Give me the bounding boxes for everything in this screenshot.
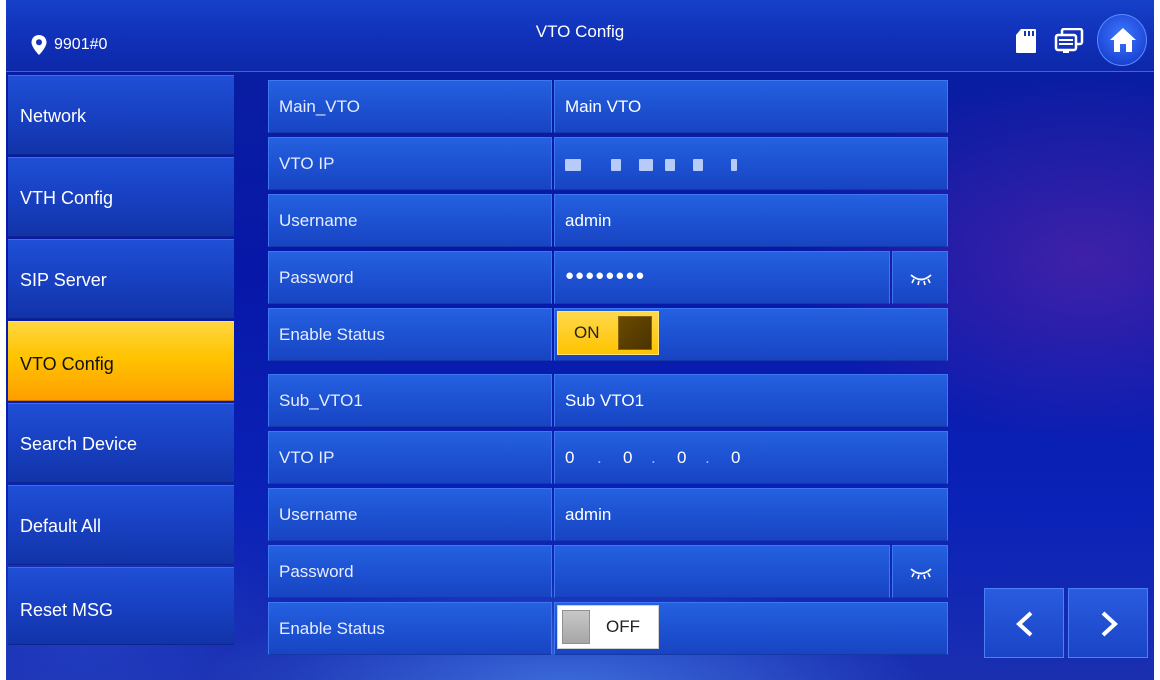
page-navigation (984, 588, 1148, 658)
ip-octet[interactable]: 0 (623, 448, 632, 468)
sidebar-item-search-device[interactable]: Search Device (8, 403, 234, 483)
next-page-button[interactable] (1068, 588, 1148, 658)
field-label: Enable Status (268, 602, 552, 655)
sub-vto1-username-row: Username admin (268, 488, 948, 543)
field-label: Enable Status (268, 308, 552, 361)
sidebar-item-label: VTO Config (20, 354, 114, 374)
ip-octet[interactable]: 0 (677, 448, 686, 468)
sub-vto1-username-field[interactable]: admin (554, 488, 948, 541)
toggle-knob (618, 316, 652, 350)
main-vto-name-field[interactable]: Main VTO (554, 80, 948, 133)
home-icon (1110, 28, 1136, 52)
sidebar: Network VTH Config SIP Server VTO Config… (8, 75, 234, 647)
sidebar-item-sip-server[interactable]: SIP Server (8, 239, 234, 319)
field-label: Sub_VTO1 (268, 374, 552, 427)
main-vto-password-field[interactable]: ●●●●●●●● (554, 251, 890, 304)
sub-vto1-ip-field[interactable]: 0 . 0 . 0 . 0 (554, 431, 948, 484)
sidebar-item-default-all[interactable]: Default All (8, 485, 234, 565)
sub-vto1-ip-row: VTO IP 0 . 0 . 0 . 0 (268, 431, 948, 486)
ip-separator: . (705, 448, 710, 467)
sub-vto1-password-row: Password (268, 545, 948, 600)
ip-separator: . (597, 448, 602, 467)
sub-vto1-enable-cell: OFF (554, 602, 948, 655)
sub-vto1-name-field[interactable]: Sub VTO1 (554, 374, 948, 427)
sub-vto1-enable-row: Enable Status OFF (268, 602, 948, 657)
main-vto-enable-cell: ON (554, 308, 948, 361)
ip-octet[interactable]: 0 (731, 448, 740, 468)
main-vto-password-row: Password ●●●●●●●● (268, 251, 948, 306)
toggle-state-label: ON (574, 323, 600, 342)
field-label: Username (268, 488, 552, 541)
sidebar-item-vth-config[interactable]: VTH Config (8, 157, 234, 237)
main-vto-enable-toggle[interactable]: ON (557, 311, 659, 355)
screen: 9901#0 VTO Config Network VTH Config SIP… (6, 0, 1154, 680)
eye-closed-icon (910, 568, 932, 580)
header-bar: 9901#0 VTO Config (6, 0, 1154, 72)
main-vto-enable-row: Enable Status ON (268, 308, 948, 363)
chevron-left-icon (1016, 611, 1033, 637)
devices-icon[interactable] (1054, 28, 1084, 54)
field-label: Main_VTO (268, 80, 552, 133)
sidebar-item-label: Network (20, 106, 87, 126)
page-title: VTO Config (535, 22, 625, 41)
field-label: Password (268, 251, 552, 304)
field-label: Password (268, 545, 552, 598)
sidebar-item-network[interactable]: Network (8, 75, 234, 155)
chevron-right-icon (1101, 611, 1118, 637)
sidebar-item-reset-msg[interactable]: Reset MSG (8, 567, 234, 645)
sub-vto1-name-row: Sub_VTO1 Sub VTO1 (268, 374, 948, 429)
previous-page-button[interactable] (984, 588, 1064, 658)
toggle-knob (562, 610, 590, 644)
sub-vto1-enable-toggle[interactable]: OFF (557, 605, 659, 649)
field-label: VTO IP (268, 137, 552, 190)
ip-octet[interactable]: 0 (565, 448, 574, 468)
field-label: VTO IP (268, 431, 552, 484)
sidebar-item-label: Reset MSG (20, 600, 114, 620)
main-vto-name-row: Main_VTO Main VTO (268, 80, 948, 135)
ip-separator: . (651, 448, 656, 467)
main-vto-username-row: Username admin (268, 194, 948, 249)
show-password-button[interactable] (892, 545, 948, 598)
main-vto-ip-field[interactable] (554, 137, 948, 190)
eye-closed-icon (910, 274, 932, 286)
home-button[interactable] (1097, 14, 1147, 66)
show-password-button[interactable] (892, 251, 948, 304)
main-vto-ip-row: VTO IP (268, 137, 948, 192)
toggle-state-label: OFF (606, 617, 640, 636)
sidebar-item-label: Default All (20, 516, 102, 536)
main-vto-username-field[interactable]: admin (554, 194, 948, 247)
sd-card-icon[interactable] (1015, 28, 1037, 54)
sidebar-item-vto-config[interactable]: VTO Config (8, 321, 234, 401)
field-label: Username (268, 194, 552, 247)
sidebar-item-label: VTH Config (20, 188, 114, 208)
sidebar-item-label: Search Device (20, 434, 138, 454)
sub-vto1-password-field[interactable] (554, 545, 890, 598)
sidebar-item-label: SIP Server (20, 270, 107, 290)
